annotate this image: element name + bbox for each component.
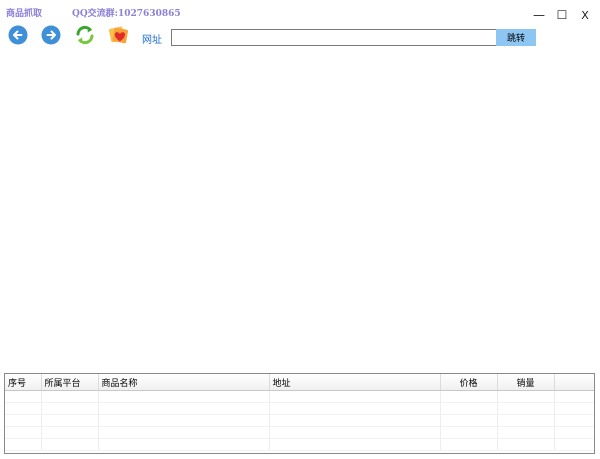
minimize-icon: — bbox=[533, 8, 545, 22]
go-button[interactable]: 跳转 bbox=[496, 29, 536, 46]
app-title: 商品抓取 bbox=[6, 9, 43, 19]
table-row bbox=[5, 414, 594, 427]
back-button[interactable] bbox=[7, 24, 29, 46]
table-row bbox=[5, 438, 594, 451]
table-row bbox=[5, 402, 594, 415]
col-header-address[interactable]: 地址 bbox=[269, 374, 441, 391]
table-row bbox=[5, 390, 594, 403]
col-header-platform[interactable]: 所属平台 bbox=[41, 374, 99, 391]
col-header-filler bbox=[554, 374, 594, 391]
qq-group-text: QQ交流群:1027630865 bbox=[72, 9, 181, 19]
url-label: 网址 bbox=[142, 35, 162, 46]
close-button[interactable]: X bbox=[576, 6, 594, 24]
favorite-heart-icon bbox=[108, 26, 128, 44]
maximize-button[interactable]: ☐ bbox=[553, 6, 571, 24]
table-header-row: 序号 所属平台 商品名称 地址 价格 销量 bbox=[5, 374, 594, 391]
back-arrow-icon bbox=[8, 25, 28, 45]
refresh-icon bbox=[76, 25, 94, 45]
refresh-button[interactable] bbox=[74, 24, 96, 46]
col-header-product-name[interactable]: 商品名称 bbox=[98, 374, 270, 391]
forward-button[interactable] bbox=[40, 24, 62, 46]
maximize-icon: ☐ bbox=[556, 8, 568, 22]
col-header-price[interactable]: 价格 bbox=[440, 374, 498, 391]
close-icon: X bbox=[581, 8, 589, 22]
favorite-button[interactable] bbox=[108, 24, 130, 46]
forward-arrow-icon bbox=[41, 25, 61, 45]
col-header-index[interactable]: 序号 bbox=[5, 374, 42, 391]
product-table[interactable]: 序号 所属平台 商品名称 地址 价格 销量 bbox=[4, 373, 595, 454]
minimize-button[interactable]: — bbox=[530, 6, 548, 24]
table-body bbox=[5, 390, 594, 451]
url-input[interactable] bbox=[171, 29, 499, 46]
col-header-sales[interactable]: 销量 bbox=[497, 374, 555, 391]
table-row bbox=[5, 426, 594, 439]
